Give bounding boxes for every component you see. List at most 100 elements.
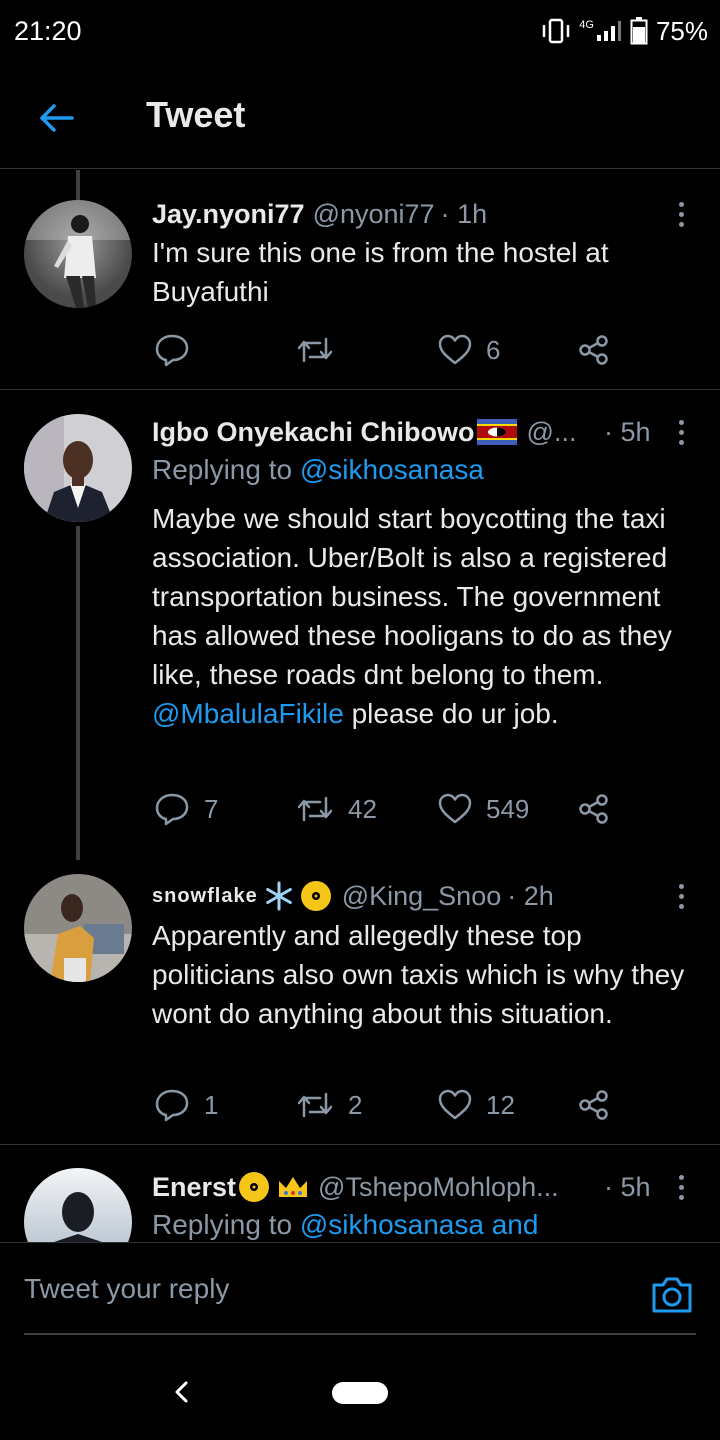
chevron-left-icon — [175, 1381, 188, 1403]
header: Tweet — [0, 62, 720, 169]
nav-home-pill[interactable] — [332, 1382, 388, 1404]
more-icon[interactable] — [666, 1167, 696, 1207]
tweet-text-part: please do ur job. — [343, 698, 559, 729]
status-icons: 4G 75% — [541, 16, 708, 46]
like-button[interactable]: 549 — [438, 789, 529, 829]
dvd-icon — [300, 880, 332, 912]
tweet-actions: 6 — [152, 330, 622, 370]
like-button[interactable]: 12 — [438, 1085, 515, 1125]
more-icon[interactable] — [666, 412, 696, 452]
flag-eswatini-icon — [476, 419, 517, 445]
retweet-icon — [297, 337, 333, 363]
share-icon — [579, 794, 608, 824]
reply-icon — [155, 334, 189, 367]
camera-icon — [652, 1277, 692, 1313]
user-name[interactable]: Enerst — [152, 1172, 236, 1203]
replying-to-link[interactable]: @sikhosanasa — [300, 454, 484, 485]
reply-count: 7 — [204, 793, 219, 824]
tweet-text: Maybe we should start boycotting the tax… — [152, 499, 704, 733]
share-icon — [579, 335, 608, 365]
user-name[interactable]: Igbo Onyekachi Chibowo — [152, 417, 475, 448]
mention-link[interactable]: @MbalulaFikile — [152, 698, 344, 729]
tweet-text: Apparently and allegedly these top polit… — [152, 920, 685, 1029]
like-count: 12 — [486, 1089, 515, 1120]
back-arrow-icon — [40, 104, 74, 132]
reply-button[interactable] — [154, 330, 204, 370]
reply-icon — [155, 793, 189, 826]
more-icon[interactable] — [666, 194, 696, 234]
tweet-time: · 1h — [440, 198, 488, 229]
reply-button[interactable]: 1 — [154, 1085, 218, 1125]
tweet-time: · 5h — [604, 1172, 651, 1202]
like-icon — [438, 793, 472, 824]
thread-line — [76, 170, 80, 200]
tweet-header: Jay.nyoni77 @nyoni77 · 1h — [152, 196, 660, 232]
dvd-icon — [238, 1171, 270, 1203]
user-name[interactable]: Jay.nyoni77 — [152, 199, 305, 230]
network-type: 4G — [579, 19, 594, 31]
like-count: 549 — [486, 793, 530, 824]
tweet-header: snowflake @King_Snoo · 2h — [152, 877, 660, 915]
more-icon[interactable] — [666, 876, 696, 916]
tweet-item[interactable]: Igbo Onyekachi Chibowo @... · 5h Replyin… — [0, 390, 720, 860]
tweet-item[interactable]: Enerst @TshepoMohloph... · 5h Replying t… — [0, 1145, 720, 1242]
tweet-actions: 1 2 12 — [152, 1085, 622, 1125]
avatar[interactable] — [24, 874, 132, 982]
user-handle[interactable]: @... — [527, 417, 577, 448]
avatar[interactable] — [24, 1168, 132, 1242]
retweet-button[interactable] — [296, 330, 348, 370]
avatar[interactable] — [24, 200, 132, 308]
like-button[interactable]: 6 — [438, 330, 500, 370]
tweet-time: · 2h — [507, 880, 554, 911]
like-icon — [438, 1089, 472, 1120]
reply-button[interactable]: 7 — [154, 789, 218, 829]
tweet-text: I'm sure this one is from the hostel at … — [152, 237, 609, 307]
user-handle[interactable]: @TshepoMohloph... — [318, 1172, 559, 1203]
tweet-item[interactable]: snowflake @King_Snoo · 2h Apparently and… — [0, 860, 720, 1145]
back-button[interactable] — [28, 90, 84, 146]
crown-icon — [276, 1173, 310, 1201]
vibrate-icon — [541, 18, 571, 44]
user-name[interactable]: snowflake — [152, 885, 258, 908]
reply-input-underline — [24, 1333, 696, 1335]
tweet-header: Igbo Onyekachi Chibowo @... — [152, 414, 660, 450]
user-handle[interactable]: @King_Snoo — [342, 881, 502, 912]
retweet-icon — [297, 796, 333, 822]
retweet-count: 42 — [348, 793, 377, 824]
share-button[interactable] — [578, 789, 610, 829]
reply-input[interactable]: Tweet your reply — [24, 1273, 229, 1305]
signal-icon: 4G — [579, 20, 622, 42]
share-button[interactable] — [578, 330, 610, 370]
nav-back-button[interactable] — [168, 1378, 196, 1406]
share-icon — [579, 1090, 608, 1120]
replying-to: Replying to @sikhosanasa — [152, 454, 484, 486]
retweet-button[interactable]: 2 — [296, 1085, 362, 1125]
snowflake-icon — [264, 881, 294, 911]
tweet-time: · 5h — [604, 417, 651, 447]
camera-button[interactable] — [650, 1273, 694, 1317]
status-bar: 21:20 4G 75% — [0, 0, 720, 62]
avatar[interactable] — [24, 414, 132, 522]
reply-count: 1 — [204, 1089, 219, 1120]
tweet-text-part: Maybe we should start boycotting the tax… — [152, 503, 672, 690]
system-nav-bar — [0, 1340, 720, 1440]
timeline: Jay.nyoni77 @nyoni77 · 1h I'm sure this … — [0, 170, 720, 1242]
like-icon — [438, 334, 472, 365]
retweet-count: 2 — [348, 1089, 363, 1120]
reply-composer: Tweet your reply — [0, 1242, 720, 1335]
thread-line — [76, 526, 80, 860]
like-count: 6 — [486, 334, 501, 365]
tweet-actions: 7 42 549 — [152, 789, 622, 829]
share-button[interactable] — [578, 1085, 610, 1125]
reply-icon — [155, 1089, 189, 1122]
tweet-header: Enerst @TshepoMohloph... — [152, 1169, 660, 1205]
user-handle[interactable]: @nyoni77 — [313, 199, 435, 230]
retweet-button[interactable]: 42 — [296, 789, 377, 829]
replying-prefix: Replying to — [152, 454, 300, 485]
tweet-item[interactable]: Jay.nyoni77 @nyoni77 · 1h I'm sure this … — [0, 170, 720, 390]
battery-icon — [630, 17, 648, 45]
replying-prefix: Replying to — [152, 1209, 300, 1240]
page-title: Tweet — [146, 94, 246, 135]
retweet-icon — [297, 1092, 333, 1118]
replying-to-link[interactable]: @sikhosanasa and — [300, 1209, 539, 1240]
